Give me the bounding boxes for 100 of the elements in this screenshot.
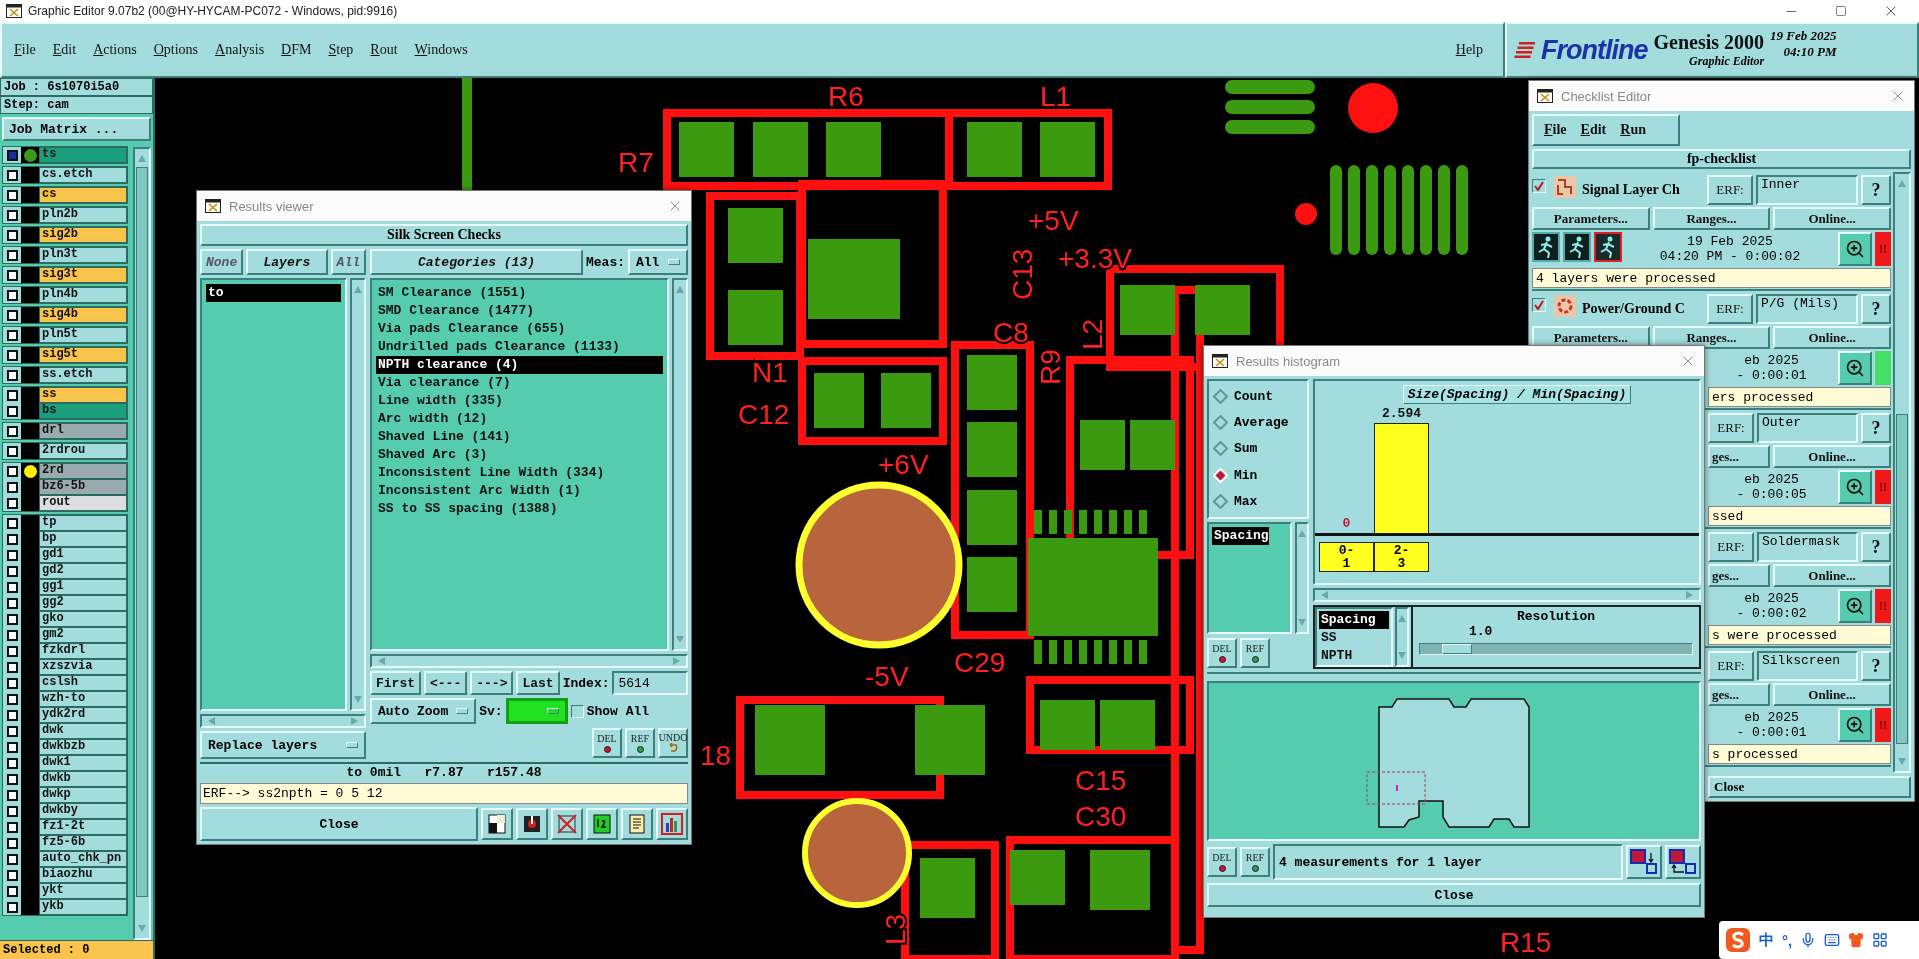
menu-item[interactable]: Run [1620,122,1646,138]
layer-name[interactable]: dwkp [39,787,127,803]
layer-name[interactable]: ss.etch [39,367,127,383]
scrollbar[interactable] [370,654,688,668]
layer-name[interactable]: dwkby [39,803,127,819]
menu-item[interactable]: Help [1455,42,1483,58]
scrollbar[interactable] [350,278,366,711]
checkbox[interactable] [6,349,18,361]
zoom-button[interactable] [1838,470,1872,504]
close-button[interactable]: Close [1708,776,1911,798]
menu-item[interactable]: Edit [1580,122,1607,138]
menu-item[interactable]: Rout [370,42,398,58]
layer-name[interactable]: wzh-to [39,691,127,707]
checkbox[interactable] [6,249,18,261]
layer-name[interactable]: ykt [39,883,127,899]
shirt-icon[interactable] [1848,932,1865,948]
checkbox[interactable] [6,789,18,801]
checkbox[interactable] [6,773,18,785]
color-dropdown[interactable] [505,698,568,724]
checkbox[interactable] [6,645,18,657]
layer-name[interactable]: sig2b [39,227,127,243]
checkbox[interactable] [6,837,18,849]
filter-button[interactable]: Layers [246,249,328,275]
erf-field[interactable]: Silkscreen [1757,651,1858,681]
layer-name[interactable]: cs [39,187,127,203]
tool-button[interactable] [586,808,618,840]
scrollbar[interactable] [1395,607,1409,667]
filter-button[interactable]: None [200,249,244,275]
zoom-button[interactable] [1838,351,1872,385]
close-button[interactable]: Close [1207,883,1701,907]
check-option-button[interactable]: ges... [1708,564,1770,587]
keyboard-icon[interactable] [1824,932,1841,948]
list-item[interactable]: SMD Clearance (1477) [376,302,663,320]
list-item[interactable]: Inconsistent Arc Width (1) [376,482,663,500]
list-item[interactable]: SS [1319,629,1389,647]
filter-button[interactable]: All [330,249,366,275]
layer-name[interactable]: gko [39,611,127,627]
layer-name[interactable]: 2rd [39,463,127,479]
input-mode[interactable]: 中 [1759,930,1774,950]
checkbox[interactable] [6,581,18,593]
checkbox[interactable] [6,465,18,477]
checkbox[interactable] [6,757,18,769]
layer-name[interactable]: gg1 [39,579,127,595]
menu-item[interactable]: Step [328,42,354,58]
list-item[interactable]: Undrilled pads Clearance (1133) [376,338,663,356]
index-field[interactable]: 5614 [612,671,688,695]
checkbox[interactable] [6,269,18,281]
layer-name[interactable]: dwk [39,723,127,739]
close-button[interactable]: Close [200,807,478,841]
tool-button[interactable] [481,808,513,840]
menu-item[interactable]: Options [153,42,199,58]
layer-name[interactable]: gm2 [39,627,127,643]
list-item[interactable]: Via pads Clearance (655) [376,320,663,338]
erf-button[interactable]: ERF: [1708,532,1754,562]
layer-name[interactable]: 2rdrou [39,443,127,459]
list-item[interactable]: Spacing [1319,611,1389,629]
layer-name[interactable]: biaozhu [39,867,127,883]
menu-item[interactable]: Actions [93,42,137,58]
layer-name[interactable]: bs [39,403,127,419]
menu-item[interactable]: File [1544,122,1567,138]
layer-name[interactable]: ts [39,147,127,163]
tool-button[interactable] [516,808,548,840]
layer-name[interactable]: fz5-6b [39,835,127,851]
erf-button[interactable]: ERF: [1707,175,1753,205]
layer-name[interactable]: fzkdrl [39,643,127,659]
checkbox[interactable] [570,704,584,718]
help-button[interactable]: ? [1861,532,1891,562]
marker-button[interactable]: UNDO [658,728,688,758]
list-item[interactable]: NPTH [1319,647,1389,665]
zoom-button[interactable] [1838,708,1872,742]
check-option-button[interactable]: ges... [1708,445,1770,468]
runner-icon[interactable] [1532,232,1560,262]
layer-name[interactable]: fz1-2t [39,819,127,835]
tool-button[interactable] [656,808,688,840]
checkbox[interactable] [6,533,18,545]
nav-button[interactable]: ---> [470,671,514,695]
checkbox[interactable] [6,805,18,817]
checkbox[interactable] [6,901,18,913]
radio-button[interactable] [1213,441,1228,457]
erf-button[interactable]: ERF: [1708,651,1754,681]
marker-button[interactable]: DEL [592,728,622,758]
list-item[interactable]: Line width (335) [376,392,663,410]
check-option-button[interactable]: Online... [1773,207,1891,230]
check-option-button[interactable]: Online... [1773,683,1891,706]
marker-button[interactable]: REF [1240,847,1270,877]
checkbox[interactable] [6,149,18,161]
scrollbar[interactable] [200,714,366,728]
scrollbar[interactable] [133,147,151,940]
checkbox[interactable] [1532,179,1546,193]
checkbox[interactable] [6,425,18,437]
layer-name[interactable]: xzszvia [39,659,127,675]
layer-name[interactable]: gd2 [39,563,127,579]
grid-icon[interactable] [1872,932,1889,948]
marker-button[interactable]: REF [625,728,655,758]
layer-name[interactable]: gg2 [39,595,127,611]
layer-name[interactable]: rout [39,495,127,511]
erf-field[interactable]: P/G (Mils) [1756,294,1858,324]
menu-item[interactable]: Edit [52,42,77,58]
layer-name[interactable]: pln2b [39,207,127,223]
slider-thumb[interactable] [1441,644,1472,654]
